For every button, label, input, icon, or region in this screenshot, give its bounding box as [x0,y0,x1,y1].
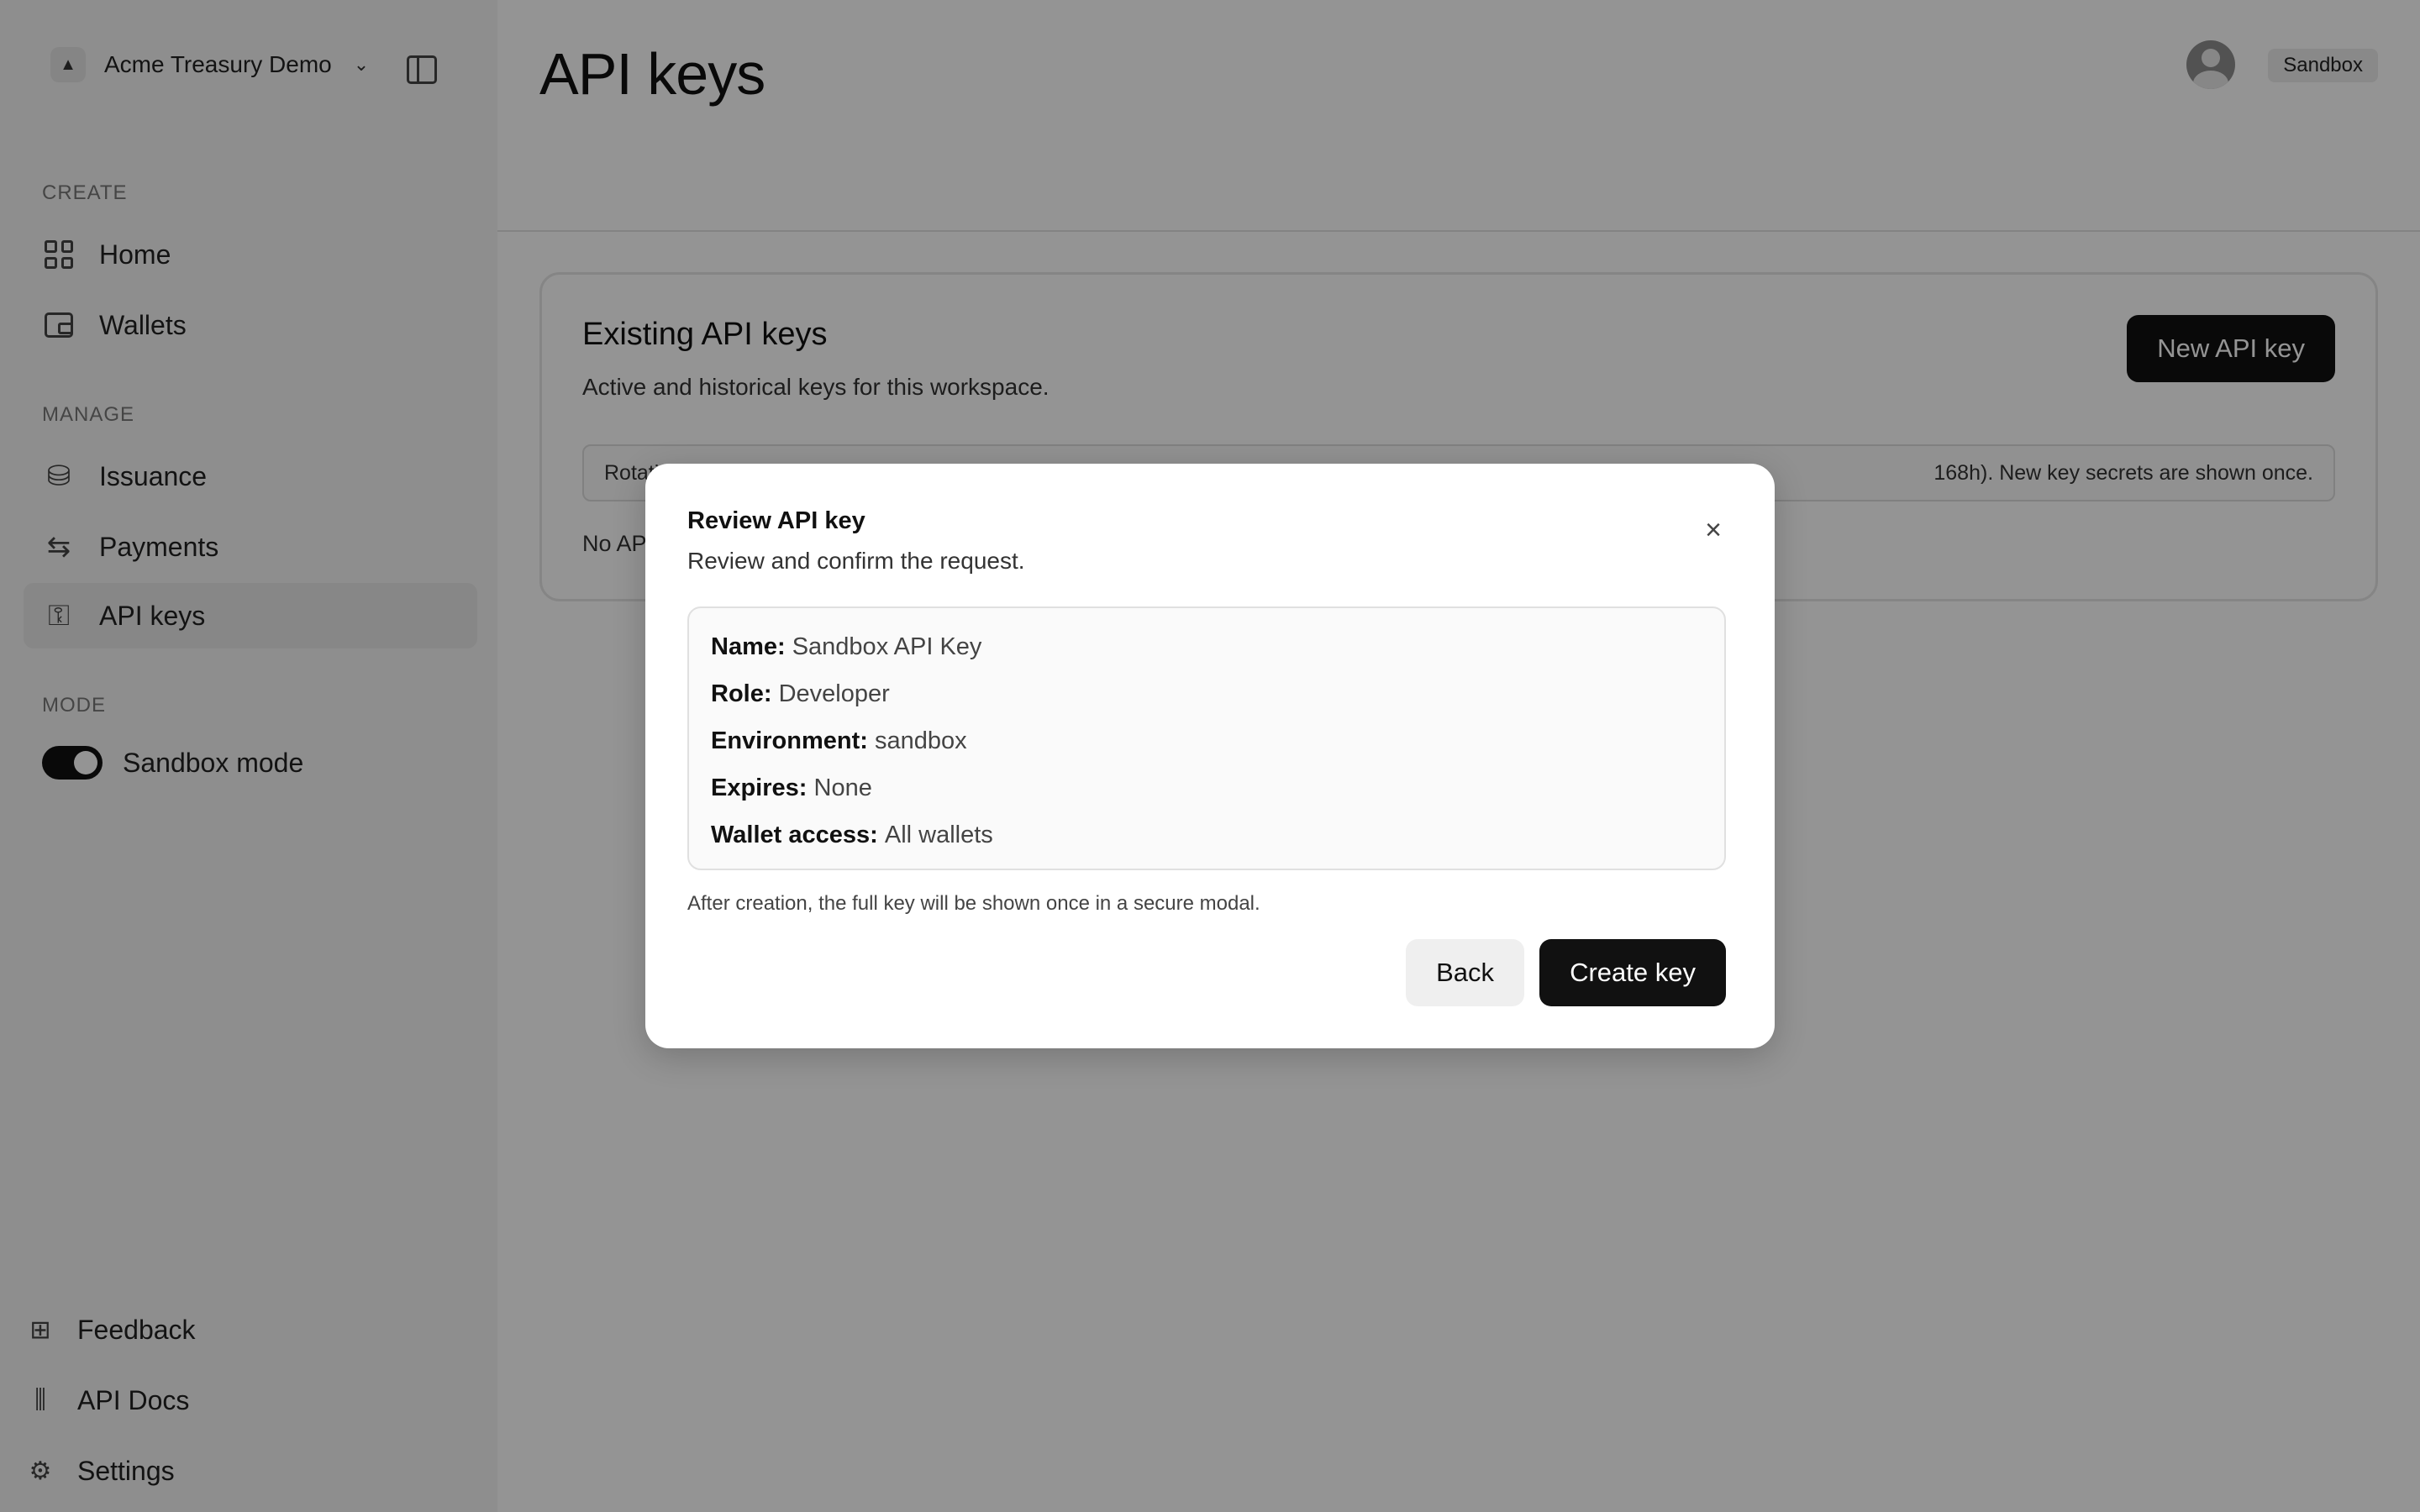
key-summary: Name: Sandbox API Key Role: Developer En… [687,606,1726,870]
review-api-key-modal: Review API key Review and confirm the re… [645,464,1775,1048]
summary-row-role: Role: Developer [711,677,1702,724]
back-button[interactable]: Back [1406,939,1524,1006]
summary-key: Wallet access: [711,822,885,848]
modal-note: After creation, the full key will be sho… [687,892,1260,915]
modal-subtitle: Review and confirm the request. [687,548,1025,574]
summary-row-expires: Expires: None [711,771,1702,818]
summary-key: Role: [711,680,779,707]
summary-row-name: Name: Sandbox API Key [711,630,1702,677]
summary-row-wallet-access: Wallet access: All wallets [711,818,1702,865]
summary-value: Sandbox API Key [792,633,982,660]
modal-title: Review API key [687,507,865,534]
summary-key: Name: [711,633,792,660]
summary-row-environment: Environment: sandbox [711,724,1702,771]
summary-value: All wallets [884,822,993,848]
summary-key: Environment: [711,727,875,754]
summary-value: sandbox [874,727,967,754]
summary-key: Expires: [711,774,814,801]
close-icon[interactable]: × [1701,516,1726,544]
summary-value: Developer [778,680,890,707]
create-key-button[interactable]: Create key [1539,939,1726,1006]
summary-value: None [813,774,872,801]
